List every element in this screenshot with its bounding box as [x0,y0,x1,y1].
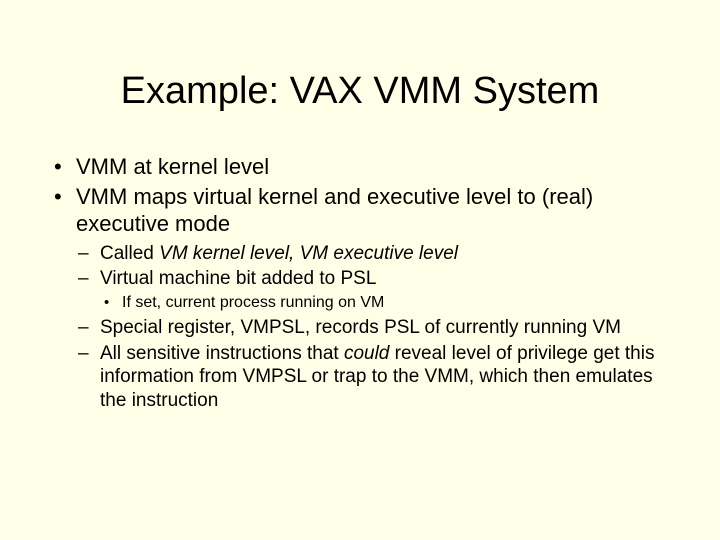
bullet-text: If set, current process running on VM [122,294,384,311]
list-item: Virtual machine bit added to PSL If set,… [76,267,670,314]
bullet-text: VMM at kernel level [76,154,269,179]
bullet-text-italic: could [344,343,389,364]
bullet-list-level-3: If set, current process running on VM [100,293,670,314]
list-item: All sensitive instructions that could re… [76,342,670,413]
bullet-list-level-2: Called VM kernel level, VM executive lev… [76,242,670,413]
list-item: Called VM kernel level, VM executive lev… [76,242,670,266]
bullet-text-pre: Called [100,243,159,264]
bullet-text-pre: All sensitive instructions that [100,343,344,364]
bullet-text: Virtual machine bit added to PSL [100,268,376,289]
bullet-text: VMM maps virtual kernel and executive le… [76,184,593,237]
list-item: Special register, VMPSL, records PSL of … [76,316,670,340]
slide-title: Example: VAX VMM System [50,70,670,113]
list-item: If set, current process running on VM [100,293,670,314]
list-item: VMM maps virtual kernel and executive le… [50,183,670,413]
bullet-text: Special register, VMPSL, records PSL of … [100,317,621,338]
bullet-text-italic: VM kernel level, VM executive level [159,243,458,264]
bullet-list-level-1: VMM at kernel level VMM maps virtual ker… [50,153,670,413]
list-item: VMM at kernel level [50,153,670,181]
slide: Example: VAX VMM System VMM at kernel le… [0,0,720,540]
